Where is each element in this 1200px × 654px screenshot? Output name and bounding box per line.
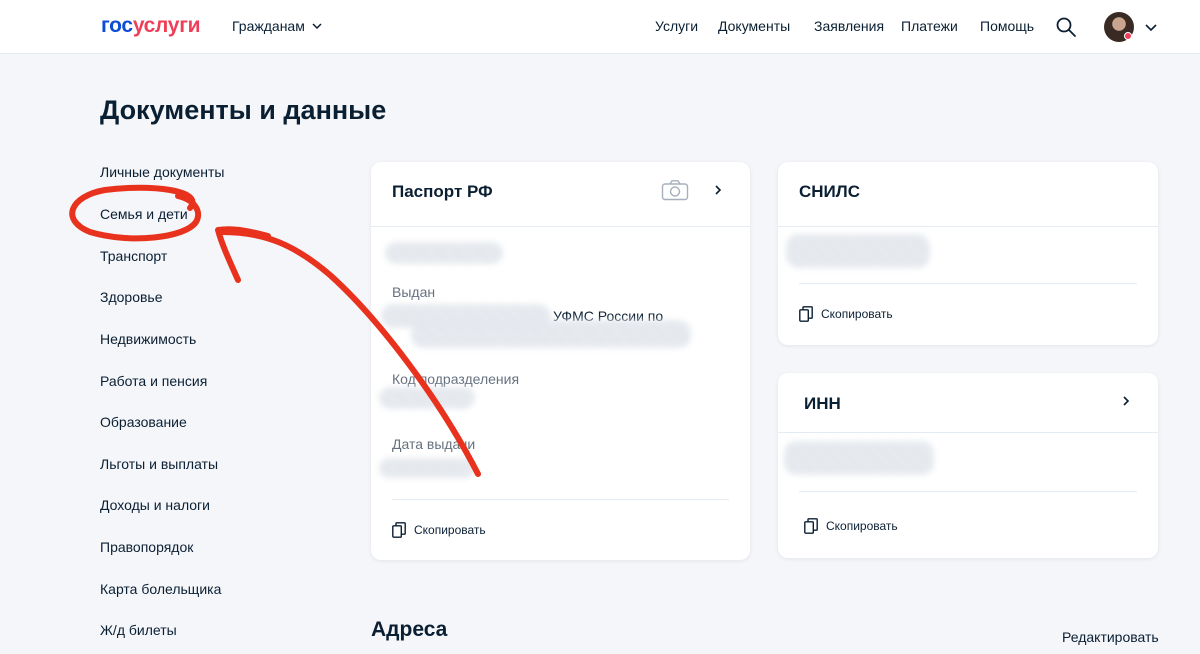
- redacted-passport-number: [385, 242, 503, 264]
- sidebar-item-health[interactable]: Здоровье: [100, 289, 163, 305]
- nav-documents[interactable]: Документы: [718, 18, 790, 34]
- redacted-issue-date: [379, 458, 475, 478]
- redacted-snils-number: [786, 234, 930, 268]
- passport-card[interactable]: Паспорт РФ Выдан УФМС России по Код подр…: [371, 162, 750, 560]
- issued-label: Выдан: [392, 284, 436, 300]
- inn-copy-button[interactable]: Скопировать: [804, 518, 898, 534]
- card-divider: [778, 432, 1158, 433]
- sidebar-item-personal-documents[interactable]: Личные документы: [100, 164, 224, 180]
- snils-title: СНИЛС: [799, 182, 860, 201]
- citizens-dropdown[interactable]: Гражданам: [232, 18, 323, 34]
- sidebar-item-rail-tickets[interactable]: Ж/д билеты: [100, 622, 177, 638]
- logo-part-gos: гос: [101, 14, 133, 37]
- card-divider: [392, 499, 729, 500]
- sidebar-item-transport[interactable]: Транспорт: [100, 248, 167, 264]
- passport-title: Паспорт РФ: [392, 182, 493, 201]
- sidebar-item-real-estate[interactable]: Недвижимость: [100, 331, 196, 347]
- issue-date-label: Дата выдачи: [392, 436, 476, 452]
- gosuslugi-logo[interactable]: госуслуги: [101, 14, 201, 38]
- copy-label: Скопировать: [414, 523, 486, 537]
- sidebar-item-benefits[interactable]: Льготы и выплаты: [100, 456, 218, 472]
- snils-card[interactable]: СНИЛС Скопировать: [778, 162, 1158, 345]
- copy-label: Скопировать: [821, 307, 893, 321]
- addresses-edit-link[interactable]: Редактировать: [1062, 629, 1159, 645]
- sidebar-item-work-pension[interactable]: Работа и пенсия: [100, 373, 207, 389]
- redacted-dept-code: [379, 387, 475, 409]
- camera-icon[interactable]: [661, 179, 689, 201]
- inn-card[interactable]: ИНН Скопировать: [778, 373, 1158, 558]
- annotation-arrow-head: [215, 226, 271, 283]
- page-title: Документы и данные: [100, 95, 387, 125]
- chevron-right-icon[interactable]: [711, 183, 725, 197]
- citizens-label: Гражданам: [232, 18, 305, 34]
- dept-code-label: Код подразделения: [392, 371, 520, 387]
- nav-applications[interactable]: Заявления: [814, 18, 884, 34]
- copy-icon: [392, 522, 406, 538]
- copy-label: Скопировать: [826, 519, 898, 533]
- sidebar-item-income-taxes[interactable]: Доходы и налоги: [100, 497, 210, 513]
- card-divider: [778, 226, 1158, 227]
- sidebar-item-family-children[interactable]: Семья и дети: [100, 206, 188, 222]
- redacted-issued-by-line2: [411, 320, 691, 348]
- top-header: госуслуги Гражданам Услуги Документы Зая…: [0, 0, 1200, 54]
- addresses-title: Адреса: [371, 618, 448, 641]
- chevron-right-icon[interactable]: [1119, 394, 1133, 408]
- sidebar-item-fan-card[interactable]: Карта болельщика: [100, 581, 221, 597]
- sidebar-item-education[interactable]: Образование: [100, 414, 187, 430]
- inn-title: ИНН: [804, 394, 841, 413]
- chevron-down-icon: [312, 23, 322, 30]
- search-icon[interactable]: [1055, 16, 1077, 38]
- logo-part-uslugi: услуги: [132, 14, 201, 37]
- sidebar-item-law[interactable]: Правопорядок: [100, 539, 193, 555]
- card-divider: [799, 283, 1137, 284]
- passport-copy-button[interactable]: Скопировать: [392, 522, 486, 538]
- nav-help[interactable]: Помощь: [980, 18, 1034, 34]
- nav-payments[interactable]: Платежи: [901, 18, 958, 34]
- copy-icon: [804, 518, 818, 534]
- notification-dot: [1124, 32, 1132, 40]
- nav-services[interactable]: Услуги: [655, 18, 698, 34]
- chevron-down-icon[interactable]: [1143, 19, 1159, 35]
- card-divider: [799, 491, 1137, 492]
- card-divider: [371, 226, 750, 227]
- redacted-inn-number: [784, 441, 934, 475]
- snils-copy-button[interactable]: Скопировать: [799, 306, 893, 322]
- copy-icon: [799, 306, 813, 322]
